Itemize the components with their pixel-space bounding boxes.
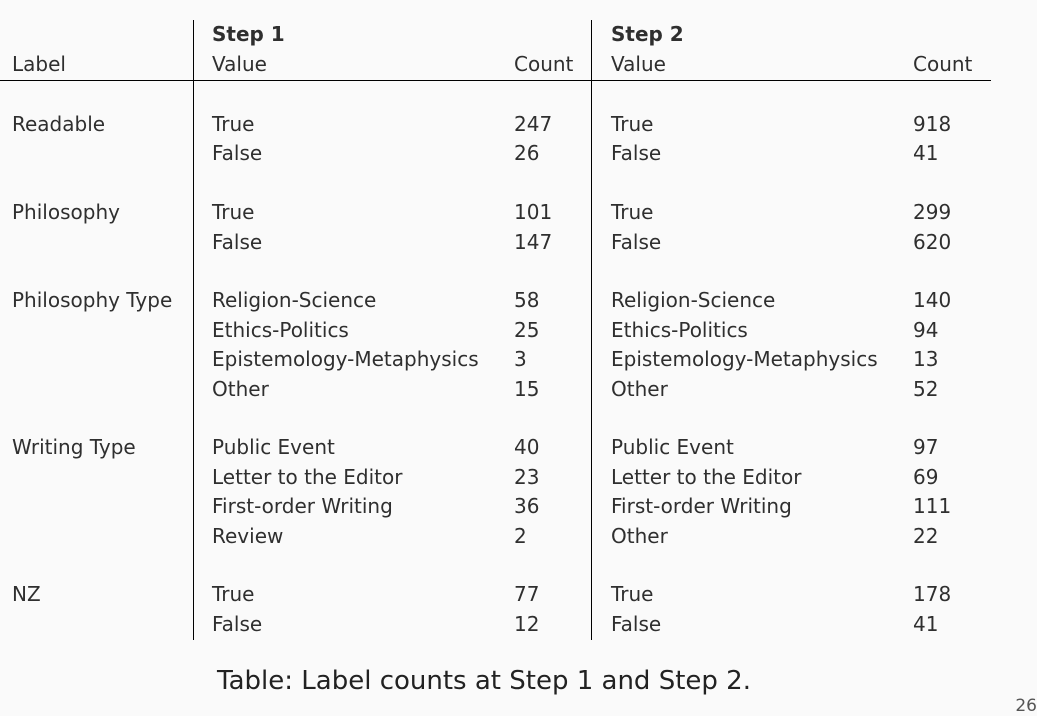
step2-value-cell: True bbox=[611, 582, 654, 607]
page-number: 26 bbox=[1015, 696, 1037, 716]
step1-value-cell: Review bbox=[212, 523, 284, 548]
header-rule bbox=[0, 80, 991, 81]
step1-count-cell: 147 bbox=[514, 229, 553, 254]
step1-value-cell: Public Event bbox=[212, 435, 335, 460]
step2-value-cell: Religion-Science bbox=[611, 288, 776, 313]
step2-count-header: Count bbox=[913, 52, 973, 76]
group-label: NZ bbox=[12, 582, 41, 607]
step2-value-cell: False bbox=[611, 611, 662, 636]
step2-count-cell: 52 bbox=[913, 376, 939, 401]
step2-count-cell: 41 bbox=[913, 141, 939, 166]
step1-value-cell: True bbox=[212, 200, 255, 225]
step1-count-cell: 3 bbox=[514, 347, 527, 372]
group-label: Readable bbox=[12, 112, 106, 136]
step2-count-cell: 111 bbox=[913, 494, 952, 519]
step2-divider bbox=[591, 20, 592, 640]
step2-header: Step 2 bbox=[611, 22, 684, 46]
step2-value-cell: Letter to the Editor bbox=[611, 464, 802, 489]
step2-value-cell: First-order Writing bbox=[611, 494, 792, 519]
step1-value-cell: False bbox=[212, 141, 263, 166]
step1-value-cell: First-order Writing bbox=[212, 494, 393, 519]
step1-value-cell: False bbox=[212, 611, 263, 636]
step2-count-cell: 140 bbox=[913, 288, 952, 313]
step2-value-cell: Other bbox=[611, 376, 668, 401]
step1-count-cell: 25 bbox=[514, 317, 540, 342]
step1-value-cell: Ethics-Politics bbox=[212, 317, 349, 342]
table-caption: Table: Label counts at Step 1 and Step 2… bbox=[0, 666, 968, 696]
step1-value-cell: False bbox=[212, 229, 263, 254]
step2-value-cell: True bbox=[611, 200, 654, 225]
step1-count-cell: 36 bbox=[514, 494, 540, 519]
step2-count-cell: 22 bbox=[913, 523, 939, 548]
step1-value-cell: True bbox=[212, 112, 255, 136]
step2-value-cell: Other bbox=[611, 523, 668, 548]
step1-count-cell: 2 bbox=[514, 523, 527, 548]
caption-label: Table: bbox=[217, 666, 294, 696]
step1-count-cell: 23 bbox=[514, 464, 540, 489]
step1-header: Step 1 bbox=[212, 22, 285, 46]
step1-count-cell: 15 bbox=[514, 376, 540, 401]
step1-count-cell: 77 bbox=[514, 582, 540, 607]
step1-count-cell: 58 bbox=[514, 288, 540, 313]
step2-count-cell: 41 bbox=[913, 611, 939, 636]
step2-count-cell: 94 bbox=[913, 317, 939, 342]
label-column-header: Label bbox=[12, 52, 66, 76]
step2-value-cell: Public Event bbox=[611, 435, 734, 460]
group-label: Philosophy bbox=[12, 200, 120, 225]
step1-count-cell: 12 bbox=[514, 611, 540, 636]
step2-count-cell: 620 bbox=[913, 229, 952, 254]
step2-count-cell: 178 bbox=[913, 582, 952, 607]
step1-count-cell: 26 bbox=[514, 141, 540, 166]
step2-count-cell: 299 bbox=[913, 200, 952, 225]
step1-value-cell: Other bbox=[212, 376, 269, 401]
step2-value-cell: False bbox=[611, 229, 662, 254]
group-label: Philosophy Type bbox=[12, 288, 173, 313]
step1-value-cell: True bbox=[212, 582, 255, 607]
step1-value-cell: Epistemology-Metaphysics bbox=[212, 347, 479, 372]
step1-count-header: Count bbox=[514, 52, 574, 76]
step1-count-cell: 101 bbox=[514, 200, 553, 225]
step1-divider bbox=[193, 20, 194, 640]
step2-count-cell: 69 bbox=[913, 464, 939, 489]
caption-text: Label counts at Step 1 and Step 2. bbox=[301, 666, 751, 696]
step2-value-cell: Ethics-Politics bbox=[611, 317, 748, 342]
step2-value-header: Value bbox=[611, 52, 666, 76]
step2-count-cell: 918 bbox=[913, 112, 952, 136]
step1-value-cell: Letter to the Editor bbox=[212, 464, 403, 489]
step2-value-cell: False bbox=[611, 141, 662, 166]
step1-count-cell: 40 bbox=[514, 435, 540, 460]
label-counts-table: Step 1 Step 2 Label Value Count Value Co… bbox=[0, 0, 1037, 714]
step2-count-cell: 97 bbox=[913, 435, 939, 460]
step1-value-cell: Religion-Science bbox=[212, 288, 377, 313]
step2-count-cell: 13 bbox=[913, 347, 939, 372]
step2-value-cell: Epistemology-Metaphysics bbox=[611, 347, 878, 372]
step1-value-header: Value bbox=[212, 52, 267, 76]
step2-value-cell: True bbox=[611, 112, 654, 136]
group-label: Writing Type bbox=[12, 435, 136, 460]
step1-count-cell: 247 bbox=[514, 112, 553, 136]
